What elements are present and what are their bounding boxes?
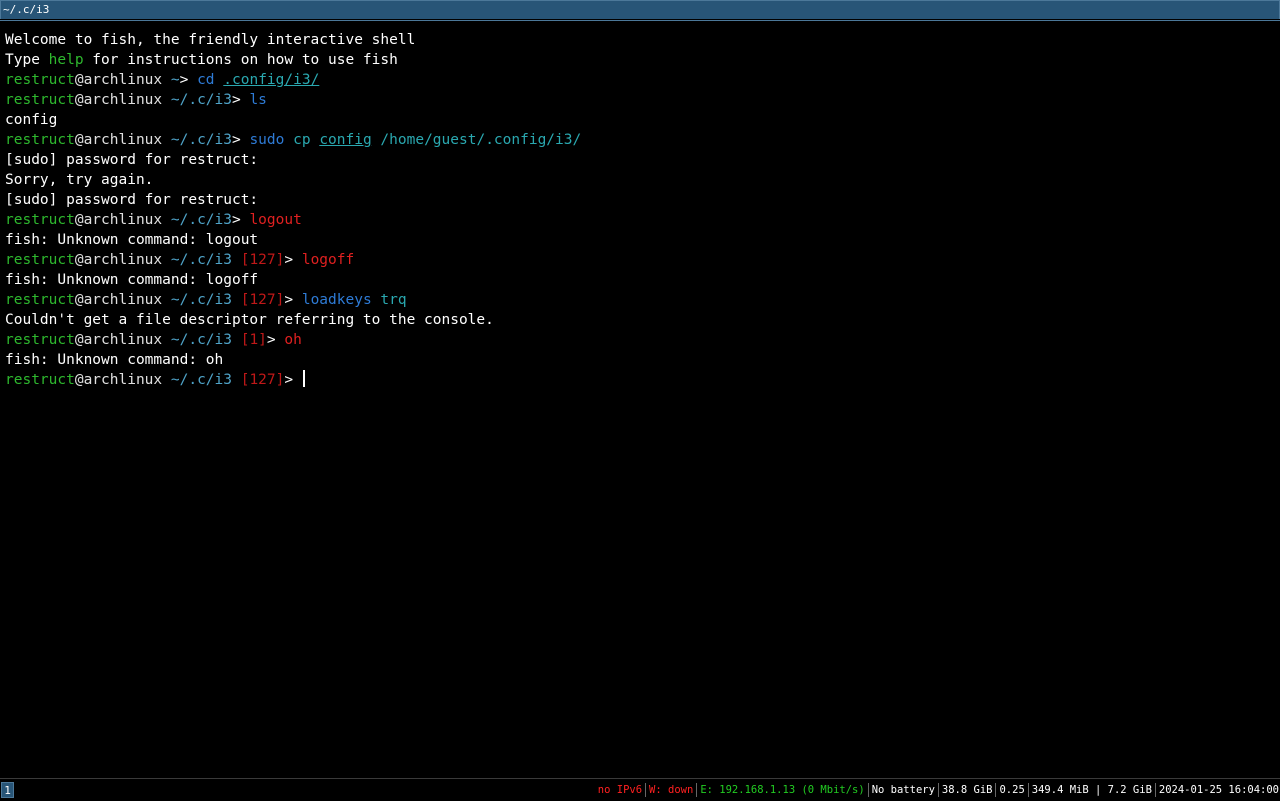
terminal-line: fish: Unknown command: oh [5,350,581,370]
terminal-text-segment: restruct [5,132,75,148]
terminal-text-segment: [127] [240,252,285,268]
terminal-text-segment: > [284,252,302,268]
status-block[interactable]: 349.4 MiB | 7.2 GiB [1029,783,1156,797]
terminal-text-segment: > [284,372,302,388]
terminal-text-segment: > [179,72,198,88]
text-cursor [302,370,305,387]
status-blocks: no IPv6 W: down E: 192.168.1.13 (0 Mbit/s)… [595,783,1279,797]
terminal-text-segment: logoff [301,252,355,268]
terminal-line: restruct@archlinux ~/.c/i3 [1]> oh [5,330,581,350]
terminal-line: restruct@archlinux ~/.c/i3 [127]> loadke… [5,290,581,310]
terminal-line: Sorry, try again. [5,170,581,190]
terminal-text-segment: ~/.c/i3 [170,252,241,268]
terminal-line: restruct@archlinux ~/.c/i3> sudo cp conf… [5,130,581,150]
terminal-text-segment: restruct [5,72,75,88]
terminal-text-segment: @archlinux [74,372,171,388]
terminal-text-segment: ~ [170,72,180,88]
status-block[interactable]: 2024-01-25 16:04:00 [1156,783,1279,797]
terminal-line: restruct@archlinux ~> cd .config/i3/ [5,70,581,90]
terminal-text-segment: [1] [240,332,267,348]
status-block[interactable]: No battery [869,783,939,797]
status-block[interactable]: 0.25 [996,783,1029,797]
terminal-text-segment: @archlinux [74,72,171,88]
terminal-text-segment: [127] [240,372,285,388]
terminal-text-segment: .config/i3/ [223,72,320,88]
terminal-text-segment: @archlinux [74,132,171,148]
status-block[interactable]: no IPv6 [595,783,647,797]
terminal-text-segment: Couldn't get a file descriptor referring… [5,312,494,328]
terminal-text-segment: Sorry, try again. [5,172,154,188]
terminal-text-segment: > [231,92,250,108]
terminal-line: fish: Unknown command: logout [5,230,581,250]
terminal-text-segment: restruct [5,252,75,268]
terminal-line: restruct@archlinux ~/.c/i3 [127]> logoff [5,250,581,270]
terminal-text-segment: config [5,112,58,128]
status-block[interactable]: E: 192.168.1.13 (0 Mbit/s) [697,783,869,797]
terminal-text-segment: @archlinux [74,332,171,348]
i3-bar: 1 no IPv6 W: down E: 192.168.1.13 (0 Mbit/… [0,778,1280,801]
terminal-text-segment: @archlinux [74,292,171,308]
terminal-line: Couldn't get a file descriptor referring… [5,310,581,330]
terminal-line: restruct@archlinux ~/.c/i3> logout [5,210,581,230]
terminal-line: fish: Unknown command: logoff [5,270,581,290]
terminal-text-segment: help [48,52,84,68]
terminal-text-segment: logout [249,212,302,228]
terminal-text-segment: ~/.c/i3 [170,372,241,388]
terminal-text-segment: ls [249,92,267,108]
window-title: ~/.c/i3 [3,3,50,16]
terminal-line: Welcome to fish, the friendly interactiv… [5,30,581,50]
terminal-line: Type help for instructions on how to use… [5,50,581,70]
window-titlebar[interactable]: ~/.c/i3 [0,0,1280,19]
terminal-text-segment: restruct [5,372,75,388]
terminal-text-segment: cd [197,72,215,88]
terminal-text-segment: sudo [249,132,285,148]
terminal-text-segment: @archlinux [74,92,171,108]
terminal-text-segment: fish: Unknown command: oh [5,352,224,368]
terminal-text-segment: [sudo] password for restruct: [5,192,259,208]
terminal-text-segment: /home/guest/.config/i3/ [371,132,582,148]
terminal-text-segment: for instructions on how to use fish [83,52,398,68]
terminal-text-segment: fish: Unknown command: logoff [5,272,259,288]
terminal-text-segment: ~/.c/i3 [170,132,232,148]
terminal-text-segment: ~/.c/i3 [170,332,241,348]
terminal-text-segment: Welcome to fish, the friendly interactiv… [5,32,416,48]
workspace-button-1[interactable]: 1 [1,782,14,798]
terminal-text-segment: [127] [240,292,285,308]
terminal-text-segment: fish: Unknown command: logout [5,232,259,248]
terminal-line: [sudo] password for restruct: [5,150,581,170]
terminal-text-segment: @archlinux [74,212,171,228]
terminal-text-segment: Type [5,52,49,68]
terminal-text-segment: @archlinux [74,252,171,268]
terminal-text-segment: cp [293,132,311,148]
terminal-text-segment: restruct [5,212,75,228]
terminal-line: restruct@archlinux ~/.c/i3 [127]> [5,370,581,390]
terminal-text-segment: > [231,132,250,148]
terminal-text-segment: > [284,292,302,308]
terminal-output: Welcome to fish, the friendly interactiv… [5,30,581,390]
terminal-text-segment: restruct [5,92,75,108]
terminal-text-segment: restruct [5,332,75,348]
terminal-text-segment: > [266,332,285,348]
status-block[interactable]: 38.8 GiB [939,783,997,797]
terminal-text-segment: oh [284,332,302,348]
terminal-text-segment: restruct [5,292,75,308]
terminal-text-segment: ~/.c/i3 [170,92,232,108]
terminal-text-segment: trq [380,292,407,308]
terminal-line: [sudo] password for restruct: [5,190,581,210]
terminal-text-segment: > [231,212,250,228]
terminal-line: config [5,110,581,130]
terminal-text-segment: ~/.c/i3 [170,292,241,308]
terminal-text-segment: loadkeys [301,292,372,308]
terminal-text-segment: [sudo] password for restruct: [5,152,259,168]
terminal-line: restruct@archlinux ~/.c/i3> ls [5,90,581,110]
terminal-text-segment: ~/.c/i3 [170,212,232,228]
terminal-text-segment: config [319,132,372,148]
terminal-window[interactable]: Welcome to fish, the friendly interactiv… [0,20,1280,777]
status-block[interactable]: W: down [646,783,698,797]
